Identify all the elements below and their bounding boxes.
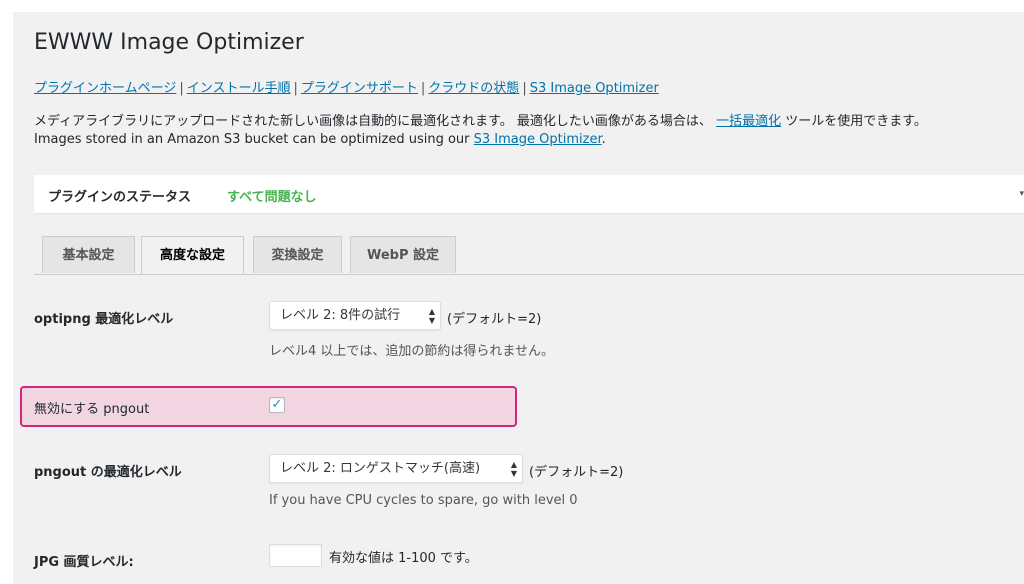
tab-conversion-settings[interactable]: 変換設定: [253, 236, 342, 273]
pngout-level-hint: If you have CPU cycles to spare, go with…: [269, 493, 578, 508]
tab-webp-settings[interactable]: WebP 設定: [350, 236, 456, 273]
bulk-optimize-link[interactable]: 一括最適化: [716, 114, 781, 129]
pngout-level-value: レベル 2: ロンゲストマッチ(高速): [280, 461, 481, 476]
disable-pngout-label: 無効にする pngout: [34, 402, 150, 417]
tab-divider: [34, 274, 1024, 275]
select-arrows-icon: ▲ ▼: [428, 306, 435, 325]
plugin-links-bar: プラグインホームページ | インストール手順 | プラグインサポート | クラウドの状態 | S…: [34, 77, 659, 96]
pngout-level-label: pngout の最適化レベル: [34, 465, 182, 480]
pngout-level-select[interactable]: レベル 2: ロンゲストマッチ(高速) ▲ ▼: [269, 454, 523, 483]
description-text-1: メディアライブラリにアップロードされた新しい画像は自動的に最適化されます。 最適…: [34, 114, 712, 129]
disable-pngout-checkbox[interactable]: ✓: [269, 397, 285, 413]
description-suffix-2: .: [601, 132, 606, 147]
link-plugin-homepage[interactable]: プラグインホームページ: [34, 81, 176, 96]
link-s3-image-optimizer[interactable]: S3 Image Optimizer: [530, 81, 659, 96]
description-text-2: Images stored in an Amazon S3 bucket can…: [34, 132, 470, 147]
link-separator: |: [179, 81, 184, 96]
link-cloud-status[interactable]: クラウドの状態: [428, 81, 519, 96]
jpg-quality-input[interactable]: [269, 544, 322, 567]
optipng-default-note: (デフォルト=2): [447, 312, 542, 327]
description-suffix-1: ツールを使用できます。: [785, 114, 927, 129]
jpg-quality-label: JPG 画質レベル:: [34, 555, 134, 570]
plugin-status-panel: プラグインのステータス すべて問題なし ▾: [34, 175, 1024, 213]
link-separator: |: [293, 81, 298, 96]
page-title: EWWW Image Optimizer: [34, 30, 304, 55]
optipng-level-select[interactable]: レベル 2: 8件の試行 ▲ ▼: [269, 301, 441, 330]
jpg-quality-note: 有効な値は 1-100 です。: [329, 551, 478, 566]
tab-basic-settings[interactable]: 基本設定: [42, 236, 135, 273]
tab-advanced-settings[interactable]: 高度な設定: [141, 236, 244, 275]
optipng-level-value: レベル 2: 8件の試行: [280, 308, 401, 323]
link-plugin-support[interactable]: プラグインサポート: [301, 81, 418, 96]
select-arrows-icon: ▲ ▼: [510, 459, 517, 478]
toggle-arrow-icon[interactable]: ▾: [1019, 189, 1024, 199]
s3-optimizer-link[interactable]: S3 Image Optimizer: [474, 132, 602, 147]
description-line-1: メディアライブラリにアップロードされた新しい画像は自動的に最適化されます。 最適…: [34, 110, 927, 129]
link-separator: |: [522, 81, 527, 96]
plugin-status-label: プラグインのステータス: [48, 190, 192, 205]
optipng-level-label: optipng 最適化レベル: [34, 312, 174, 327]
plugin-status-value: すべて問題なし: [227, 190, 317, 205]
pngout-default-note: (デフォルト=2): [529, 465, 624, 480]
optipng-level-hint: レベル4 以上では、追加の節約は得られません。: [269, 344, 555, 359]
link-separator: |: [420, 81, 426, 96]
description-line-2: Images stored in an Amazon S3 bucket can…: [34, 132, 606, 147]
checkmark-icon: ✓: [271, 397, 283, 412]
settings-page: EWWW Image Optimizer プラグインホームページ | インストール手…: [13, 12, 1024, 584]
link-install-guide[interactable]: インストール手順: [187, 81, 291, 96]
